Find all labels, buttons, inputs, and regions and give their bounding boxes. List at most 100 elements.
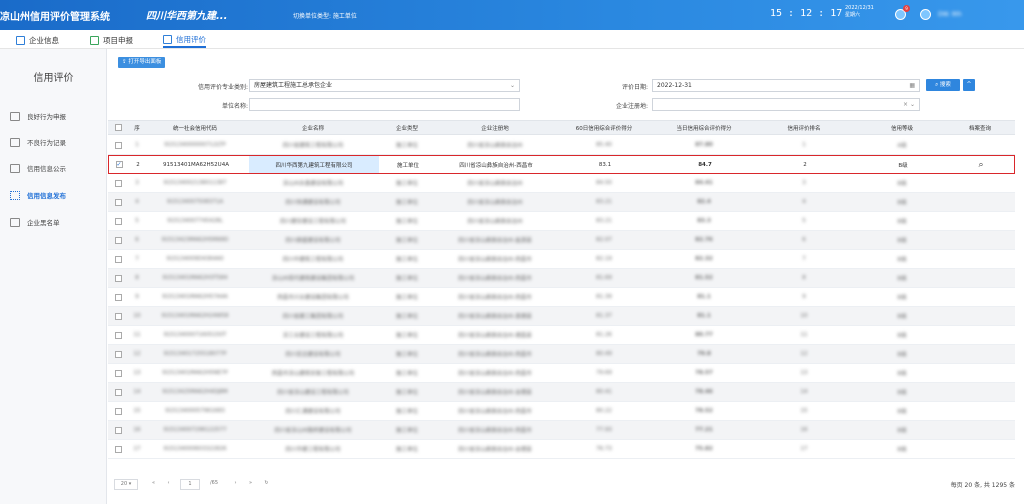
archive-cell[interactable] — [950, 231, 1010, 249]
row-select-cell[interactable] — [112, 326, 124, 344]
table-row[interactable]: 9 91513401MA62H57A4A 西昌市兴业建设集团有限公司 施工单位 四川省凉… — [108, 288, 1015, 307]
table-row[interactable]: 16 915134007296122577 四川省凉山州路桥建设有限公司 施工单位 四川… — [108, 421, 1015, 440]
type-cell: 施工单位 — [395, 409, 418, 415]
row-select-cell[interactable] — [112, 402, 124, 420]
unit-name-input[interactable] — [249, 98, 520, 111]
row-select-cell[interactable] — [112, 383, 124, 401]
select-all-checkbox[interactable] — [114, 124, 122, 131]
row-checkbox[interactable] — [114, 407, 122, 415]
archive-cell[interactable] — [950, 402, 1010, 420]
table-row[interactable]: 15 91513400057961683 四川汇通建设有限公司 施工单位 四川省凉山彝族… — [108, 402, 1015, 421]
rank-cell: 11 — [800, 332, 808, 338]
row-checkbox[interactable]: ✓ — [115, 161, 123, 168]
row-checkbox[interactable] — [114, 426, 122, 434]
row-select-cell[interactable] — [112, 440, 124, 458]
archive-cell[interactable] — [950, 212, 1010, 230]
row-select-cell[interactable] — [112, 288, 124, 306]
table-row[interactable]: 1 915134000000712LTP 四川省建筑工程有限公司 施工单位 四川省凉山彝… — [108, 136, 1015, 155]
row-checkbox[interactable] — [114, 255, 122, 263]
export-panel-button[interactable]: ⇪ 打开导出面板 — [118, 57, 166, 68]
avatar[interactable] — [920, 9, 931, 20]
row-checkbox[interactable] — [114, 274, 122, 282]
sidebar-item-credit-publicity[interactable]: 信用信息公示 — [10, 161, 66, 175]
switch-unit-type[interactable]: 切换单位类型: 施工单位 — [293, 11, 357, 20]
page-size-select[interactable]: 20 ▾ — [114, 479, 138, 490]
refresh-icon[interactable]: ↻ — [261, 479, 272, 490]
row-select-cell[interactable] — [112, 421, 124, 439]
row-checkbox[interactable] — [114, 179, 122, 187]
table-row[interactable]: 6 91513423MA62H5RN9D 四川鼎盛建设有限公司 施工单位 四川省凉山彝族… — [108, 231, 1015, 250]
archive-cell[interactable] — [950, 364, 1010, 382]
archive-cell[interactable] — [950, 440, 1010, 458]
tab-project-report[interactable]: 项目申报 — [90, 32, 133, 48]
row-select-cell[interactable] — [112, 364, 124, 382]
sidebar-item-blacklist[interactable]: 企业黑名单 — [10, 215, 60, 229]
archive-cell[interactable] — [950, 269, 1010, 287]
eval-date-input[interactable]: 2022-12-31 ▦ — [652, 79, 920, 92]
row-checkbox[interactable] — [114, 312, 122, 320]
prev-page-button[interactable]: ‹ — [163, 479, 174, 490]
row-checkbox[interactable] — [114, 388, 122, 396]
row-checkbox[interactable] — [114, 236, 122, 244]
sidebar-item-good-behavior[interactable]: 良好行为申报 — [10, 109, 66, 123]
row-select-cell[interactable] — [112, 212, 124, 230]
search-button[interactable]: ⌕ 搜索 — [926, 79, 960, 91]
archive-cell[interactable] — [950, 345, 1010, 363]
row-select-cell[interactable] — [112, 250, 124, 268]
table-row[interactable]: 8 91513401MA62H3T584 凉山州现代建筑建设集团有限公司 施工单位 四川… — [108, 269, 1015, 288]
row-checkbox[interactable] — [114, 217, 122, 225]
collapse-button[interactable]: ^ — [963, 79, 975, 91]
company-name[interactable]: 四川华西第九建... — [146, 7, 227, 22]
first-page-button[interactable]: « — [148, 479, 159, 490]
sidebar-item-bad-behavior[interactable]: 不良行为记录 — [10, 135, 66, 149]
archive-cell[interactable] — [950, 383, 1010, 401]
row-select-cell[interactable] — [112, 307, 124, 325]
select-all-cell[interactable] — [112, 121, 124, 134]
archive-cell[interactable]: ⌕ — [951, 156, 1011, 173]
row-checkbox[interactable] — [114, 350, 122, 358]
row-select-cell[interactable]: ✓ — [113, 156, 125, 173]
archive-cell[interactable] — [950, 174, 1010, 192]
table-row[interactable]: 17 915134000603322826 四川华建工程有限公司 施工单位 四川省凉山彝… — [108, 440, 1015, 459]
row-select-cell[interactable] — [112, 231, 124, 249]
last-page-button[interactable]: » — [245, 479, 256, 490]
archive-cell[interactable] — [950, 250, 1010, 268]
table-row[interactable]: 13 91513401MA62H5NE7P 西昌市凉山建筑安装工程有限公司 施工单位 四… — [108, 364, 1015, 383]
category-select[interactable]: 房屋建筑工程施工总承包企业 ⌄ — [249, 79, 520, 92]
archive-cell[interactable] — [950, 421, 1010, 439]
region-select[interactable]: × ⌄ — [652, 98, 920, 111]
table-row[interactable]: 11 91513400071605150T 凉工业建设工程有限公司 施工单位 四川省凉山… — [108, 326, 1015, 345]
row-checkbox[interactable] — [114, 445, 122, 453]
table-row[interactable]: 5 915134007745428L 四川建安建设工程有限公司 施工单位 四川省凉山彝族… — [108, 212, 1015, 231]
table-row[interactable]: 4 915134007508371A 四川恒通建设有限公司 施工单位 四川省凉山彝族自治… — [108, 193, 1015, 212]
row-checkbox[interactable] — [114, 198, 122, 206]
row-checkbox[interactable] — [114, 331, 122, 339]
archive-cell[interactable] — [950, 193, 1010, 211]
row-checkbox[interactable] — [114, 293, 122, 301]
row-select-cell[interactable] — [112, 269, 124, 287]
tab-company-info[interactable]: 企业信息 — [16, 32, 59, 48]
row-select-cell[interactable] — [112, 345, 124, 363]
table-row[interactable]: 3 915134002138011387 凉山州永鑫建设有限公司 施工单位 四川省凉山彝… — [108, 174, 1015, 193]
archive-cell[interactable] — [950, 307, 1010, 325]
table-row[interactable]: ✓ 2 91513401MA62H52U4A 四川华西第九建筑工程有限公司 施工单位 四川… — [108, 155, 1015, 174]
row-checkbox[interactable] — [114, 141, 122, 149]
tab-credit-eval[interactable]: 信用评价 — [163, 32, 206, 48]
archive-cell[interactable] — [950, 288, 1010, 306]
row-select-cell[interactable] — [112, 136, 124, 154]
table-row[interactable]: 7 915134009D4364A0 四川中建筑工程有限公司 施工单位 四川省凉山彝族自… — [108, 250, 1015, 269]
sidebar-item-credit-publish[interactable]: 信用信息发布 — [10, 188, 66, 202]
page-number-input[interactable]: 1 — [180, 479, 200, 490]
table-row[interactable]: 10 91513401MA62H24W58 四川省建工集团有限公司 施工单位 四川省凉山… — [108, 307, 1015, 326]
magnifier-icon[interactable]: ⌕ — [978, 160, 983, 170]
row-select-cell[interactable] — [112, 174, 124, 192]
table-row[interactable]: 14 91513425MA62H4DJ8M 四川省凉山建设工程有限公司 施工单位 四川省… — [108, 383, 1015, 402]
row-checkbox[interactable] — [114, 369, 122, 377]
user-name[interactable]: DW. 9th — [938, 11, 962, 18]
clock: 15 : 12 : 17 — [770, 8, 843, 19]
table-row[interactable]: 12 91513401725518077P 四川宏达建设有限公司 施工单位 四川省凉山彝… — [108, 345, 1015, 364]
row-select-cell[interactable] — [112, 193, 124, 211]
archive-cell[interactable] — [950, 136, 1010, 154]
archive-cell[interactable] — [950, 326, 1010, 344]
next-page-button[interactable]: › — [230, 479, 241, 490]
